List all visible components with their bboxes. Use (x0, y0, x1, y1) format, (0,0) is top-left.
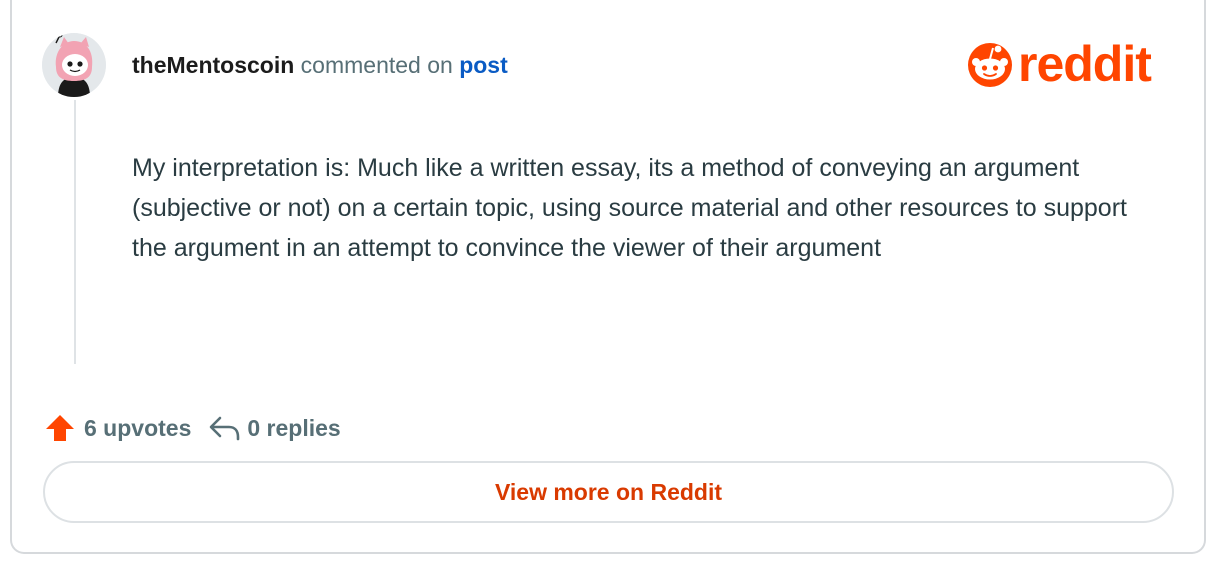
reddit-logo[interactable]: reddit (966, 36, 1152, 92)
replies-stat[interactable]: 0 replies (207, 413, 341, 443)
view-more-on-reddit-button[interactable]: View more on Reddit (43, 461, 1174, 523)
reddit-snoo-icon (968, 43, 1012, 87)
username-link[interactable]: theMentoscoin (132, 52, 294, 78)
thread-line (74, 100, 76, 364)
upvote-arrow-icon (44, 412, 76, 444)
comment-stats: 6 upvotes 0 replies (44, 410, 341, 446)
avatar[interactable] (42, 33, 106, 97)
upvotes-count: 6 upvotes (84, 414, 192, 441)
upvotes-stat[interactable]: 6 upvotes (44, 412, 191, 444)
comment-header: theMentoscoin commented on post (132, 50, 508, 80)
replies-count: 0 replies (247, 414, 341, 441)
action-text: commented on (300, 52, 453, 78)
comment-body: My interpretation is: Much like a writte… (132, 154, 1127, 262)
reply-arrow-icon (207, 413, 241, 443)
post-link[interactable]: post (459, 52, 508, 78)
snoo-avatar-icon (42, 33, 106, 97)
reddit-wordmark: reddit (1018, 36, 1152, 92)
